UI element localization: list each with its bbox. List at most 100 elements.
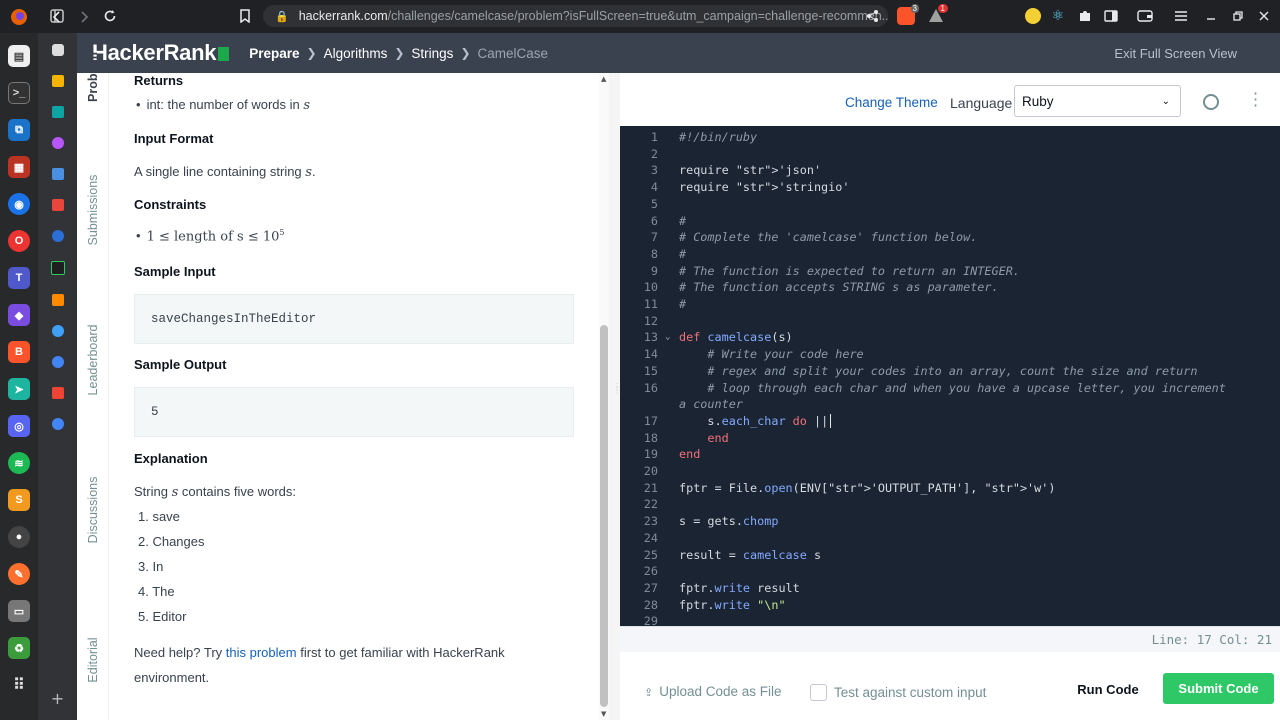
code-line[interactable]: a counter bbox=[620, 396, 1270, 413]
reload-icon[interactable] bbox=[99, 5, 121, 27]
monitor-app-icon[interactable]: ▦ bbox=[8, 156, 30, 178]
more-options-icon[interactable]: · · · bbox=[1253, 86, 1258, 114]
custom-input-checkbox[interactable] bbox=[810, 684, 827, 701]
scroll-down-icon[interactable]: ▼ bbox=[601, 710, 606, 718]
exit-fullscreen-link[interactable]: Exit Full Screen View bbox=[1114, 46, 1237, 61]
minimize-icon[interactable] bbox=[1200, 5, 1222, 27]
code-line[interactable]: 6 # bbox=[620, 213, 1270, 230]
code-line[interactable]: 15 # regex and split your codes into an … bbox=[620, 363, 1270, 380]
hackerrank-logo[interactable]: HackerRank bbox=[92, 40, 230, 66]
tab-stack-icon[interactable] bbox=[51, 294, 64, 306]
panel-resize-handle[interactable]: ⋮ ⋮ bbox=[609, 73, 621, 720]
editor-scrollbar[interactable] bbox=[1272, 126, 1280, 626]
tab-panel-icon[interactable] bbox=[51, 44, 64, 56]
tab-discussions[interactable]: Discussions bbox=[86, 477, 100, 544]
code-line[interactable]: 1 #!/bin/ruby bbox=[620, 129, 1270, 146]
fold-icon[interactable]: ⌄ bbox=[665, 329, 670, 346]
tab-gem-icon[interactable] bbox=[51, 137, 64, 149]
discord-app-icon[interactable]: ◎ bbox=[8, 415, 30, 437]
code-line[interactable]: 23 s = gets.chomp bbox=[620, 513, 1270, 530]
code-line[interactable]: 14 # Write your code here bbox=[620, 346, 1270, 363]
code-line[interactable]: 25 result = camelcase s bbox=[620, 547, 1270, 564]
code-line[interactable]: 7 # Complete the 'camelcase' function bel… bbox=[620, 229, 1270, 246]
tab-hackerrank-icon[interactable] bbox=[50, 261, 65, 275]
bookmark-icon[interactable] bbox=[234, 5, 256, 27]
tab-outlook-icon[interactable] bbox=[51, 230, 64, 242]
menu-icon[interactable] bbox=[1170, 5, 1192, 27]
tab-google-icon[interactable] bbox=[51, 325, 64, 337]
postman-app-icon[interactable]: ✎ bbox=[8, 563, 30, 585]
code-line[interactable]: 24 bbox=[620, 530, 1270, 547]
code-line[interactable]: 19 end bbox=[620, 446, 1270, 463]
code-line[interactable]: 17 s.each_char do || bbox=[620, 413, 1270, 430]
react-devtools-icon[interactable]: ⚛ bbox=[1047, 5, 1069, 27]
code-line[interactable]: 28 fptr.write "\n" bbox=[620, 597, 1270, 614]
run-code-button[interactable]: Run Code bbox=[1068, 674, 1148, 704]
code-line[interactable]: 8 # bbox=[620, 246, 1270, 263]
tab-docs-icon[interactable] bbox=[51, 168, 64, 180]
code-line[interactable]: 13 def camelcase(s) ⌄ bbox=[620, 329, 1270, 346]
recycle-app-icon[interactable]: ♻ bbox=[8, 637, 30, 659]
code-line[interactable]: 10 # The function accepts STRING s as par… bbox=[620, 279, 1270, 296]
scrollbar-thumb[interactable] bbox=[600, 325, 608, 707]
code-line[interactable]: 12 bbox=[620, 313, 1270, 330]
tab-gmail-icon[interactable] bbox=[51, 199, 64, 211]
address-bar[interactable]: 🔒 hackerrank.com /challenges/camelcase/p… bbox=[263, 5, 888, 27]
tab-google-2-icon[interactable] bbox=[51, 356, 64, 368]
spotify-app-icon[interactable]: ≋ bbox=[8, 452, 30, 474]
code-line[interactable]: 11 # bbox=[620, 296, 1270, 313]
code-line[interactable]: 18 end bbox=[620, 430, 1270, 447]
tab-leaderboard[interactable]: Leaderboard bbox=[86, 325, 100, 396]
close-window-icon[interactable] bbox=[1253, 5, 1275, 27]
tab-settings-icon[interactable] bbox=[51, 75, 64, 87]
obs-app-icon[interactable]: ● bbox=[8, 526, 30, 548]
wallet-icon[interactable] bbox=[1134, 5, 1156, 27]
submit-code-button[interactable]: Submit Code bbox=[1163, 673, 1274, 704]
tab-problem[interactable]: Problem bbox=[86, 52, 100, 102]
tab-red-icon[interactable] bbox=[51, 387, 64, 399]
firefox-icon[interactable] bbox=[8, 6, 30, 28]
forward-arrow-icon[interactable] bbox=[73, 6, 95, 28]
extensions-puzzle-icon[interactable] bbox=[1074, 5, 1096, 27]
language-select[interactable]: Ruby ⌄ bbox=[1014, 85, 1181, 117]
restore-icon[interactable] bbox=[1227, 5, 1249, 27]
change-theme-link[interactable]: Change Theme bbox=[845, 95, 938, 110]
code-line[interactable]: 16 # loop through each char and when you… bbox=[620, 380, 1270, 397]
code-line[interactable]: 29 bbox=[620, 613, 1270, 626]
terminal-app-icon[interactable]: >_ bbox=[8, 82, 30, 104]
code-line[interactable]: 20 bbox=[620, 463, 1270, 480]
opera-app-icon[interactable]: O bbox=[8, 230, 30, 252]
chrome-app-icon[interactable]: ◉ bbox=[8, 193, 30, 215]
problem-scrollbar[interactable]: ▲ ▼ bbox=[599, 73, 609, 720]
code-line[interactable]: 21 fptr = File.open(ENV["str">'OUTPUT_PAT… bbox=[620, 480, 1270, 497]
code-line[interactable]: 9 # The function is expected to return an… bbox=[620, 263, 1270, 280]
obsidian-app-icon[interactable]: ◆ bbox=[8, 304, 30, 326]
brave-rewards-icon[interactable]: 1 bbox=[927, 4, 948, 25]
code-line[interactable]: 3 require "str">'json' bbox=[620, 162, 1270, 179]
code-line[interactable]: 2 bbox=[620, 146, 1270, 163]
history-icon[interactable] bbox=[1203, 94, 1219, 110]
breadcrumb-prepare[interactable]: Prepare bbox=[249, 46, 299, 61]
breadcrumb-algorithms[interactable]: Algorithms bbox=[324, 46, 388, 61]
custom-input-label[interactable]: Test against custom input bbox=[834, 685, 986, 700]
code-line[interactable]: 26 bbox=[620, 563, 1270, 580]
breadcrumb-strings[interactable]: Strings bbox=[411, 46, 453, 61]
brave-shields-icon[interactable]: 3 bbox=[897, 4, 919, 25]
upload-code-button[interactable]: ⇪ Upload Code as File bbox=[644, 684, 782, 699]
tab-chatgpt-icon[interactable] bbox=[51, 106, 64, 118]
extension-icon[interactable] bbox=[1025, 8, 1041, 24]
app-grid-icon[interactable]: ⠿ bbox=[8, 674, 30, 696]
code-line[interactable]: 4 require "str">'stringio' bbox=[620, 179, 1270, 196]
back-arrow-icon[interactable] bbox=[46, 6, 68, 28]
brave-app-icon[interactable]: B bbox=[8, 341, 30, 363]
teams-app-icon[interactable]: T bbox=[8, 267, 30, 289]
sidebar-panel-icon[interactable] bbox=[1100, 5, 1122, 27]
files-app-icon[interactable]: ▤ bbox=[8, 45, 30, 67]
code-line[interactable]: 22 bbox=[620, 496, 1270, 513]
code-line[interactable]: 5 bbox=[620, 196, 1270, 213]
tab-editorial[interactable]: Editorial bbox=[86, 637, 100, 682]
send-app-icon[interactable]: ➤ bbox=[8, 378, 30, 400]
code-editor[interactable]: 1 #!/bin/ruby 2 3 require "str">'json' 4 requi… bbox=[620, 126, 1280, 626]
vscode-app-icon[interactable]: ⧉ bbox=[8, 119, 30, 141]
share-icon[interactable] bbox=[862, 5, 884, 27]
